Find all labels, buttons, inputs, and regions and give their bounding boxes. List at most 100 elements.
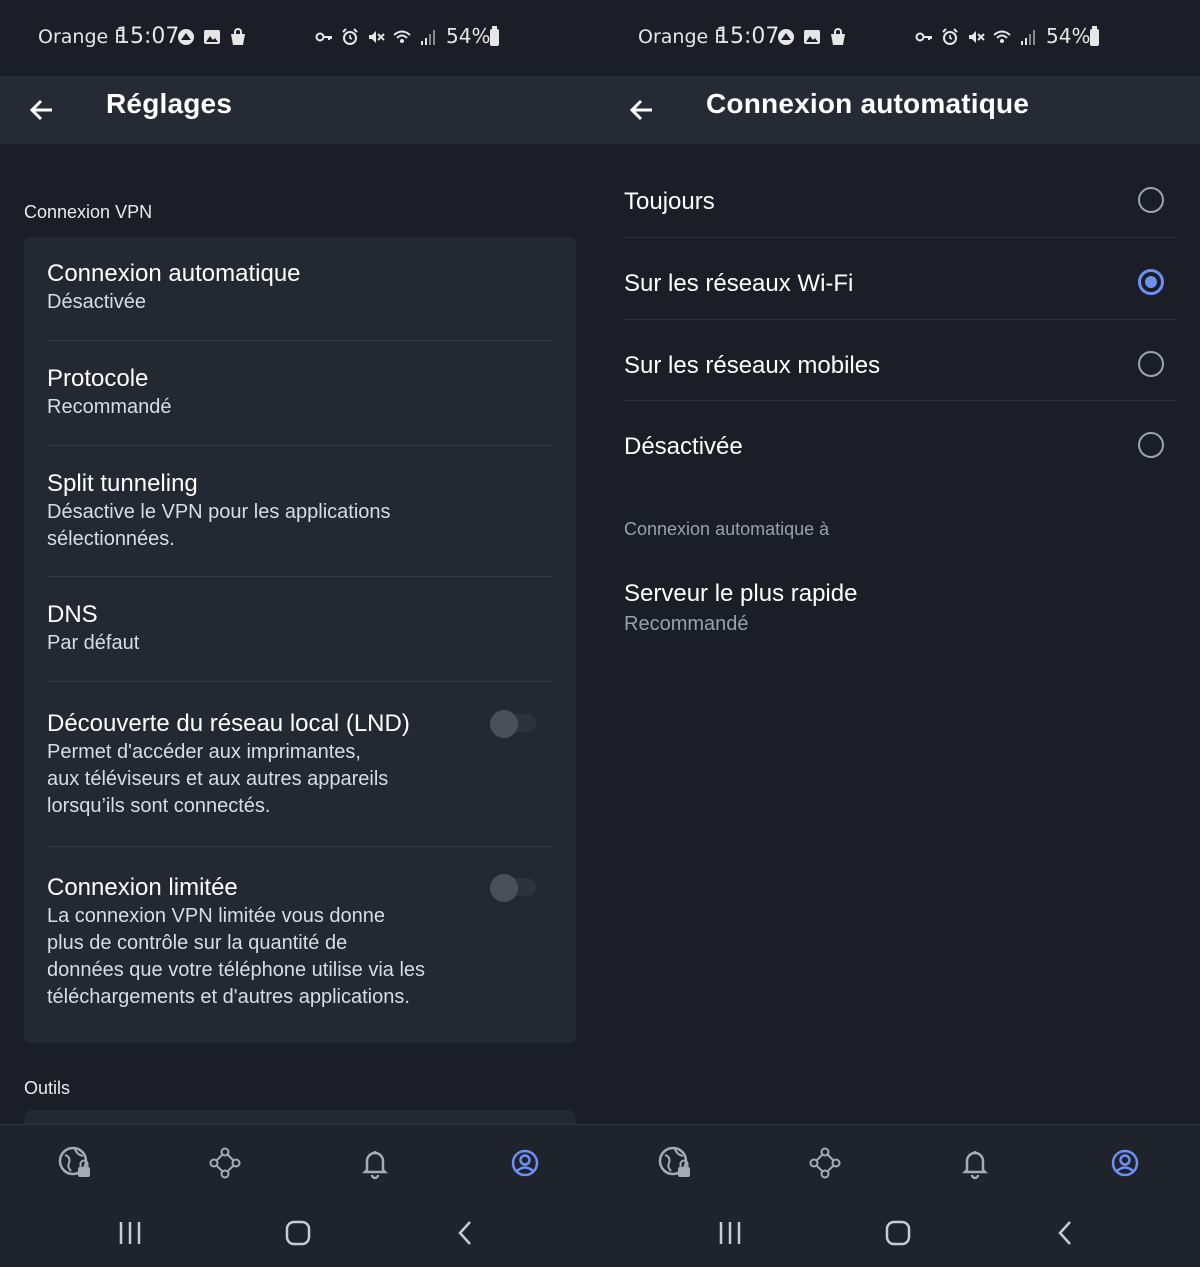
mute-icon	[369, 31, 385, 43]
clock-label: 15:07	[716, 24, 780, 49]
setting-title: Découverte du réseau local (LND)	[47, 710, 410, 737]
system-navigation-bar	[600, 1200, 1200, 1267]
nav-vpn[interactable]	[55, 1143, 95, 1183]
signal-icon	[421, 30, 435, 45]
chevron-left-icon	[458, 1221, 471, 1245]
lan-discovery-toggle[interactable]	[490, 710, 536, 738]
radio-button-selected[interactable]	[1138, 269, 1164, 295]
mute-icon	[969, 31, 985, 43]
battery-percent: 54%	[446, 24, 491, 48]
notification-icons	[776, 27, 848, 47]
setting-description-line: données que votre téléphone utilise via …	[47, 959, 426, 981]
battery-percent: 54%	[1046, 24, 1091, 48]
app-header: Connexion automatique	[600, 76, 1200, 144]
system-back-button[interactable]	[1048, 1216, 1084, 1250]
option-label: Sur les réseaux Wi-Fi	[624, 270, 854, 297]
setting-description-line: téléchargements et d'autres applications…	[47, 986, 410, 1008]
option-always[interactable]: Toujours	[624, 166, 1176, 246]
auto-connect-screen: Orange F 15:07 54% Connexion automatique…	[600, 0, 1200, 1267]
setting-protocol[interactable]: Protocole Recommandé	[47, 364, 553, 421]
nav-servers[interactable]	[205, 1143, 245, 1183]
setting-title: Protocole	[47, 365, 149, 392]
nav-notifications[interactable]	[955, 1143, 995, 1183]
account-icon	[1111, 1149, 1139, 1177]
system-back-button[interactable]	[448, 1216, 484, 1250]
page-title: Réglages	[106, 88, 233, 119]
option-mobile[interactable]: Sur les réseaux mobiles	[624, 330, 1176, 410]
back-button[interactable]	[24, 86, 60, 134]
app-notification-icon	[178, 29, 194, 45]
back-button[interactable]	[624, 86, 660, 134]
setting-title: Connexion limitée	[47, 874, 238, 901]
system-status-icons	[314, 27, 438, 47]
home-icon	[285, 1220, 311, 1246]
nav-servers[interactable]	[805, 1143, 845, 1183]
divider	[47, 340, 553, 341]
setting-split-tunneling[interactable]: Split tunneling Désactive le VPN pour le…	[47, 469, 553, 553]
server-option-title[interactable]: Serveur le plus rapide	[624, 580, 857, 608]
vpn-key-icon	[315, 32, 332, 42]
setting-description-line: La connexion VPN limitée vous donne	[47, 905, 385, 927]
recent-apps-button[interactable]	[112, 1216, 148, 1250]
battery-icon	[490, 26, 499, 46]
radio-button[interactable]	[1138, 351, 1164, 377]
option-label: Désactivée	[624, 433, 743, 460]
radio-button[interactable]	[1138, 187, 1164, 213]
vpn-key-icon	[915, 32, 932, 42]
nav-account[interactable]	[1105, 1143, 1145, 1183]
settings-screen: Orange F 15:07 54% Réglages Connexion VP…	[0, 0, 600, 1267]
shopping-bag-icon	[831, 28, 845, 45]
home-icon	[885, 1220, 911, 1246]
status-bar: Orange F 15:07 54%	[600, 0, 1200, 76]
system-status-icons	[914, 27, 1038, 47]
divider	[624, 400, 1176, 401]
alarm-icon	[342, 28, 358, 45]
setting-lan-discovery[interactable]: Découverte du réseau local (LND) Permet …	[47, 709, 553, 820]
nav-account[interactable]	[505, 1143, 545, 1183]
bell-icon	[361, 1151, 389, 1180]
limited-connection-toggle[interactable]	[490, 874, 536, 902]
setting-auto-connect[interactable]: Connexion automatique Désactivée	[47, 259, 553, 316]
system-navigation-bar	[0, 1200, 600, 1267]
setting-description-line: lorsqu’ils sont connectés.	[47, 795, 271, 817]
network-nodes-icon	[209, 1147, 241, 1179]
setting-value: Par défaut	[47, 632, 140, 654]
divider	[624, 319, 1176, 320]
arrow-left-icon	[629, 99, 652, 121]
globe-lock-icon	[658, 1146, 690, 1177]
gallery-icon	[204, 30, 220, 44]
nav-vpn[interactable]	[655, 1143, 695, 1183]
carrier-label: Orange F	[38, 26, 126, 48]
setting-dns[interactable]: DNS Par défaut	[47, 600, 553, 657]
chevron-left-icon	[1058, 1221, 1071, 1245]
connect-to-label: Connexion automatique à	[624, 519, 830, 539]
option-disabled[interactable]: Désactivée	[624, 411, 1176, 491]
option-wifi[interactable]: Sur les réseaux Wi-Fi	[624, 248, 1176, 328]
nav-notifications[interactable]	[355, 1143, 395, 1183]
toggle-knob	[490, 874, 518, 902]
recent-apps-icon	[719, 1222, 741, 1244]
divider	[47, 846, 553, 847]
setting-limited-connection[interactable]: Connexion limitée La connexion VPN limit…	[47, 873, 553, 1011]
account-icon	[511, 1149, 539, 1177]
notification-icons	[176, 27, 248, 47]
status-bar: Orange F 15:07 54%	[0, 0, 600, 76]
setting-description-line: sélectionnées.	[47, 528, 175, 550]
setting-value: Recommandé	[47, 396, 172, 418]
arrow-left-icon	[29, 99, 52, 121]
divider	[624, 237, 1176, 238]
bell-icon	[961, 1151, 989, 1180]
app-header: Réglages	[0, 76, 600, 144]
setting-title: Split tunneling	[47, 470, 198, 497]
home-button[interactable]	[280, 1216, 316, 1250]
radio-button[interactable]	[1138, 432, 1164, 458]
bottom-navigation	[600, 1124, 1200, 1201]
server-option-subtitle: Recommandé	[624, 613, 749, 635]
section-title-tools: Outils	[24, 1078, 71, 1098]
home-button[interactable]	[880, 1216, 916, 1250]
signal-icon	[1021, 30, 1035, 45]
recent-apps-button[interactable]	[712, 1216, 748, 1250]
clock-label: 15:07	[116, 24, 180, 49]
setting-description-line: Permet d'accéder aux imprimantes,	[47, 741, 361, 763]
carrier-label: Orange F	[638, 26, 726, 48]
